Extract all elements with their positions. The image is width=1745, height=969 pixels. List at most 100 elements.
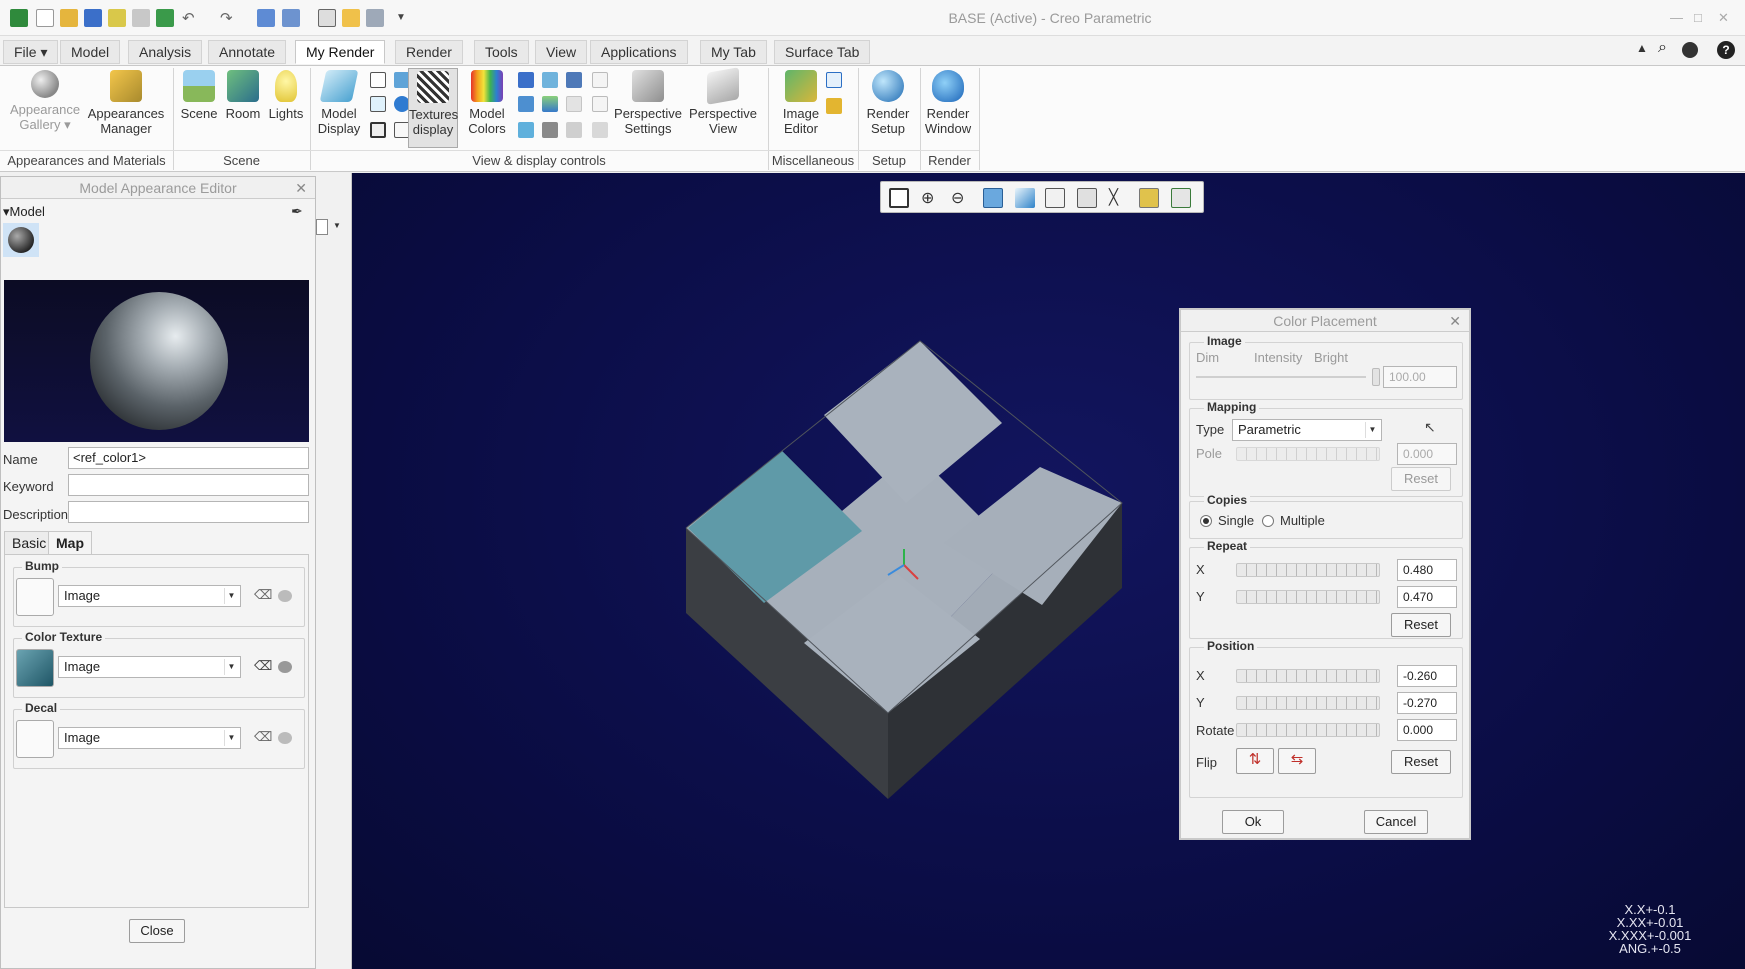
texture-settings-icon[interactable] <box>278 661 292 673</box>
appearance-gallery-button[interactable]: Appearance Gallery ▾ <box>8 70 82 132</box>
keyword-field[interactable] <box>68 474 309 496</box>
close-button[interactable]: Close <box>129 919 185 943</box>
model-colors-button[interactable]: Model Colors <box>464 70 510 136</box>
eyedropper-icon[interactable]: ✒ <box>291 203 303 220</box>
display-small-icon-2[interactable] <box>542 72 558 88</box>
zoom-out-icon[interactable]: ⊖ <box>951 188 971 208</box>
display-small-icon-4[interactable] <box>592 72 608 88</box>
model-swatch-thumbnail[interactable] <box>3 223 39 257</box>
tab-annotate[interactable]: Annotate <box>208 40 287 64</box>
decal-type-select[interactable]: Image ▼ <box>58 727 241 749</box>
display-small-icon-6[interactable] <box>542 96 558 112</box>
position-y-slider[interactable] <box>1236 696 1380 710</box>
view-manager-icon[interactable] <box>1077 188 1097 208</box>
tab-surface-tab[interactable]: Surface Tab <box>774 40 871 64</box>
wireframe-icon[interactable] <box>370 122 386 138</box>
pole-slider[interactable] <box>1236 447 1380 461</box>
render-window-button[interactable]: Render Window <box>918 70 978 136</box>
hidden-line-icon[interactable] <box>370 96 386 112</box>
collapse-ribbon-icon[interactable]: ▲ <box>1636 41 1648 55</box>
render-setup-button[interactable]: Render Setup <box>862 70 914 136</box>
tab-map[interactable]: Map <box>48 531 92 555</box>
eraser-icon[interactable]: ⌫ <box>254 658 272 674</box>
close-icon[interactable]: ✕ <box>295 177 307 199</box>
display-small-icon-11[interactable] <box>566 122 582 138</box>
bump-swatch[interactable] <box>16 578 54 616</box>
single-radio[interactable] <box>1200 515 1212 527</box>
bump-type-select[interactable]: Image ▼ <box>58 585 241 607</box>
display-small-icon-7[interactable] <box>566 96 582 112</box>
display-small-icon-12[interactable] <box>592 122 608 138</box>
scene-button[interactable]: Scene <box>178 70 220 121</box>
tab-view[interactable]: View <box>535 40 588 64</box>
appearances-manager-button[interactable]: Appearances Manager <box>86 70 166 136</box>
perspective-view-button[interactable]: Perspective View <box>688 67 758 136</box>
display-small-icon-1[interactable] <box>518 72 534 88</box>
position-x-slider[interactable] <box>1236 669 1380 683</box>
tab-applications[interactable]: Applications <box>590 40 688 64</box>
room-button[interactable]: Room <box>222 70 264 121</box>
single-label[interactable]: Single <box>1218 513 1254 528</box>
annotation-display-icon[interactable] <box>1139 188 1159 208</box>
multiple-radio[interactable] <box>1262 515 1274 527</box>
display-small-icon-8[interactable] <box>592 96 608 112</box>
flip-vertical-button[interactable]: ⇅ <box>1236 748 1274 774</box>
graphics-viewport[interactable] <box>352 173 1745 969</box>
repeat-x-slider[interactable] <box>1236 563 1380 577</box>
rotate-slider[interactable] <box>1236 723 1380 737</box>
color-texture-type-select[interactable]: Image ▼ <box>58 656 241 678</box>
misc-small-icon-2[interactable] <box>826 98 842 114</box>
model-display-button[interactable]: Model Display <box>314 70 364 136</box>
shading-icon[interactable] <box>370 72 386 88</box>
image-editor-button[interactable]: Image Editor <box>776 70 826 136</box>
ok-button[interactable]: Ok <box>1222 810 1284 834</box>
chevron-down-icon[interactable]: ▼ <box>333 221 341 230</box>
display-small-icon-5[interactable] <box>518 96 534 112</box>
repeat-x-value[interactable]: 0.480 <box>1397 559 1457 581</box>
position-reset-button[interactable]: Reset <box>1391 750 1451 774</box>
flip-horizontal-button[interactable]: ⇆ <box>1278 748 1316 774</box>
textures-display-button[interactable]: Textures display <box>408 68 458 148</box>
tab-file[interactable]: File ▾ <box>3 40 59 64</box>
refit-icon[interactable] <box>889 188 909 208</box>
help-icon[interactable]: ? <box>1717 41 1735 59</box>
rotate-value[interactable]: 0.000 <box>1397 719 1457 741</box>
eraser-icon[interactable]: ⌫ <box>254 587 272 603</box>
repeat-y-slider[interactable] <box>1236 590 1380 604</box>
multiple-label[interactable]: Multiple <box>1280 513 1325 528</box>
mapping-type-select[interactable]: Parametric ▼ <box>1232 419 1382 441</box>
position-x-value[interactable]: -0.260 <box>1397 665 1457 687</box>
tab-my-tab[interactable]: My Tab <box>700 40 767 64</box>
tab-analysis[interactable]: Analysis <box>128 40 203 64</box>
description-field[interactable] <box>68 501 309 523</box>
texture-settings-icon[interactable] <box>278 590 292 602</box>
document-icon[interactable] <box>316 219 328 235</box>
perspective-settings-button[interactable]: Perspective Settings <box>612 70 684 136</box>
zoom-in-icon[interactable]: ⊕ <box>921 188 941 208</box>
eraser-icon[interactable]: ⌫ <box>254 729 272 745</box>
community-icon[interactable] <box>1682 42 1698 58</box>
display-small-icon-10[interactable] <box>542 122 558 138</box>
display-style-icon[interactable] <box>1015 188 1035 208</box>
close-icon[interactable]: ✕ <box>1718 10 1729 26</box>
intensity-value[interactable]: 100.00 <box>1383 366 1457 388</box>
texture-settings-icon[interactable] <box>278 732 292 744</box>
tab-basic[interactable]: Basic <box>4 531 55 555</box>
datum-display-icon[interactable]: ╳ <box>1109 188 1129 208</box>
spin-center-icon[interactable] <box>1171 188 1191 208</box>
name-field[interactable]: <ref_color1> <box>68 447 309 469</box>
cancel-button[interactable]: Cancel <box>1364 810 1428 834</box>
repeat-y-value[interactable]: 0.470 <box>1397 586 1457 608</box>
repeat-reset-button[interactable]: Reset <box>1391 613 1451 637</box>
search-icon[interactable]: ⌕ <box>1658 39 1667 57</box>
intensity-slider-thumb[interactable] <box>1372 368 1380 386</box>
pole-value[interactable]: 0.000 <box>1397 443 1457 465</box>
lights-button[interactable]: Lights <box>266 70 306 121</box>
tab-render[interactable]: Render <box>395 40 463 64</box>
close-icon[interactable]: ✕ <box>1449 310 1461 332</box>
saved-orientations-icon[interactable] <box>1045 188 1065 208</box>
color-texture-swatch[interactable] <box>16 649 54 687</box>
repaint-icon[interactable] <box>983 188 1003 208</box>
intensity-slider[interactable] <box>1196 376 1366 378</box>
tab-model[interactable]: Model <box>60 40 121 64</box>
